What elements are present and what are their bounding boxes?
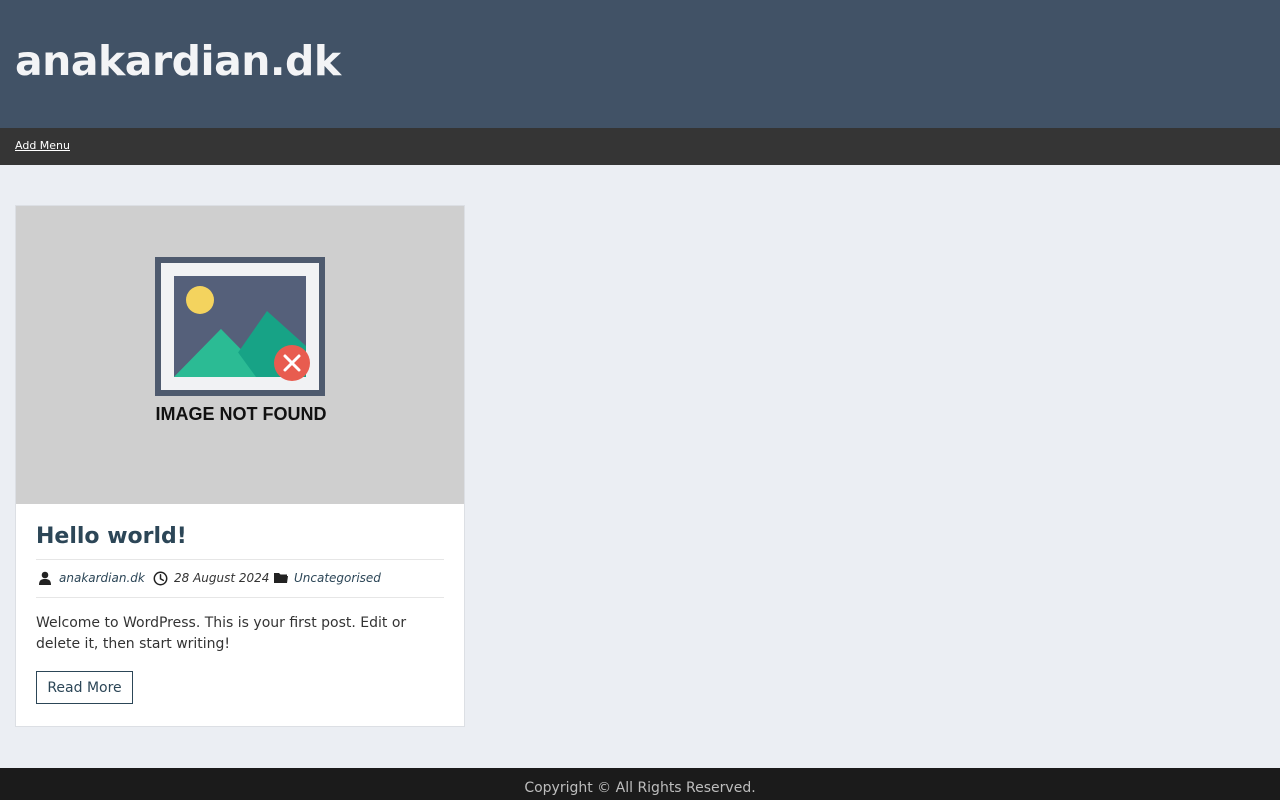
post-date-text: 28 August 2024 <box>174 571 270 585</box>
post-title[interactable]: Hello world! <box>36 522 187 552</box>
image-not-found-caption: IMAGE NOT FOUND <box>156 404 327 424</box>
post-thumbnail[interactable]: IMAGE NOT FOUND <box>16 206 464 504</box>
clock-icon <box>153 571 168 586</box>
add-menu-link[interactable]: Add Menu <box>15 138 70 154</box>
user-icon <box>39 571 51 585</box>
post-card: IMAGE NOT FOUND Hello world! anakardian.… <box>15 205 465 727</box>
folder-icon <box>274 573 288 583</box>
main-navigation: Add Menu <box>0 128 1280 165</box>
post-meta: anakardian.dk 28 August 2024 Uncategoris… <box>36 559 444 598</box>
post-author-name[interactable]: anakardian.dk <box>59 570 145 586</box>
copyright-text: Copyright © All Rights Reserved. <box>524 780 756 796</box>
post-category-link[interactable]: Uncategorised <box>294 570 381 586</box>
site-title[interactable]: anakardian.dk <box>15 36 341 86</box>
read-more-button[interactable]: Read More <box>36 671 133 704</box>
image-not-found-icon: IMAGE NOT FOUND <box>155 257 327 424</box>
post-excerpt: Welcome to WordPress. This is your first… <box>36 615 407 652</box>
site-header: anakardian.dk <box>0 0 1280 128</box>
site-footer: Copyright © All Rights Reserved. <box>0 768 1280 800</box>
